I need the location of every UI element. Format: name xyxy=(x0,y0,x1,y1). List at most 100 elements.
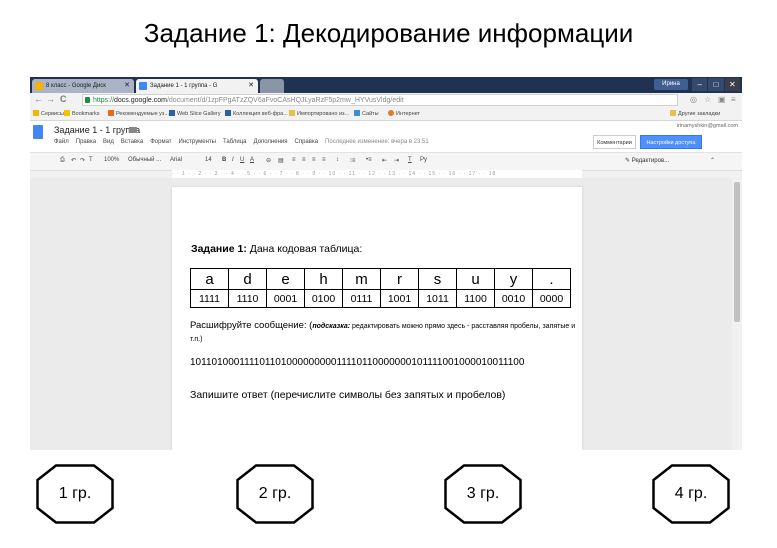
paint-format-icon[interactable]: T xyxy=(89,157,93,163)
menu-table[interactable]: Таблица xyxy=(223,139,247,145)
letter-cell[interactable]: e xyxy=(266,268,305,290)
bookmark-item[interactable]: Рекомендуемые уз... xyxy=(108,108,169,120)
close-tab-icon[interactable]: ✕ xyxy=(124,79,130,93)
folder-icon[interactable] xyxy=(129,127,137,133)
code-cell[interactable]: 1011 xyxy=(418,289,457,308)
user-profile-button[interactable]: Ирина xyxy=(654,79,688,90)
zoom-select[interactable]: 100% xyxy=(104,157,119,163)
align-center-icon[interactable]: ≡ xyxy=(302,157,306,163)
other-bookmarks[interactable]: Другие закладки xyxy=(670,108,720,120)
link-icon[interactable]: ⊖ xyxy=(266,157,271,164)
code-cell[interactable]: 1001 xyxy=(380,289,419,308)
minimize-icon[interactable]: – xyxy=(692,78,708,91)
bold-icon[interactable]: B xyxy=(222,157,226,163)
google-docs-logo-icon[interactable] xyxy=(33,125,43,139)
align-left-icon[interactable]: ≡ xyxy=(292,157,296,163)
numbered-list-icon[interactable]: ⁝≡ xyxy=(350,157,355,164)
bookmark-item[interactable]: Импортировано из... xyxy=(289,108,349,120)
menu-edit[interactable]: Правка xyxy=(76,139,96,145)
bookmark-item[interactable]: Сайты xyxy=(354,108,379,120)
url-bar[interactable]: https://docs.google.com/document/d/1zpFP… xyxy=(82,94,678,106)
code-cell[interactable]: 0010 xyxy=(494,289,533,308)
code-cell[interactable]: 0000 xyxy=(532,289,571,308)
account-email[interactable]: irinamyshkin@gmail.com xyxy=(677,123,738,129)
menu-insert[interactable]: Вставка xyxy=(121,139,143,145)
letter-cell[interactable]: h xyxy=(304,268,343,290)
maximize-icon[interactable]: □ xyxy=(708,78,724,91)
bookmark-item[interactable]: Сервисы xyxy=(33,108,64,120)
letter-cell[interactable]: s xyxy=(418,268,457,290)
font-size-select[interactable]: 14 xyxy=(205,157,212,163)
menu-help[interactable]: Справка xyxy=(295,139,319,145)
bookmark-star-icon[interactable]: ☆ xyxy=(704,95,711,104)
letter-cell[interactable]: a xyxy=(190,268,229,290)
comments-button[interactable]: Комментарии xyxy=(593,135,636,149)
text-color-icon[interactable]: A xyxy=(250,157,254,163)
reload-icon[interactable]: C xyxy=(60,94,67,104)
share-button[interactable]: Настройки доступа xyxy=(640,135,702,149)
bookmark-item[interactable]: Bookmarks xyxy=(64,108,100,120)
tab-google-drive[interactable]: 8 класс - Google Диск ✕ xyxy=(32,79,134,93)
letter-cell[interactable]: m xyxy=(342,268,381,290)
new-tab-button[interactable] xyxy=(260,79,284,93)
scrollbar-thumb[interactable] xyxy=(734,182,740,322)
justify-icon[interactable]: ≡ xyxy=(322,157,326,163)
bookmark-item[interactable]: Коллекция веб-фра... xyxy=(225,108,288,120)
letter-cell[interactable]: u xyxy=(456,268,495,290)
print-icon[interactable]: ⎙ xyxy=(60,157,65,164)
menu-view[interactable]: Вид xyxy=(103,139,114,145)
style-select[interactable]: Обычный ... xyxy=(128,157,161,163)
close-tab-icon[interactable]: ✕ xyxy=(248,79,254,93)
undo-icon[interactable]: ↶ xyxy=(71,157,76,164)
tab-google-docs[interactable]: Задание 1 - 1 группа - G ✕ xyxy=(136,79,258,93)
close-window-icon[interactable]: ✕ xyxy=(724,78,740,91)
document-title[interactable]: Задание 1 - 1 группа xyxy=(54,125,140,135)
code-cell[interactable]: 0100 xyxy=(304,289,343,308)
forward-icon[interactable]: → xyxy=(46,94,55,104)
url-host: docs.google.com xyxy=(114,97,167,104)
encoded-message[interactable]: 1011010001111011010000000001111011000000… xyxy=(190,357,524,368)
letter-cell[interactable]: d xyxy=(228,268,267,290)
clear-formatting-icon[interactable]: T xyxy=(408,157,412,163)
comment-icon[interactable]: ▤ xyxy=(278,157,284,164)
vertical-scrollbar[interactable] xyxy=(732,178,742,450)
star-icon[interactable]: ☆ xyxy=(118,125,126,136)
extension-icon-2[interactable]: ▣ xyxy=(718,95,726,104)
code-cell[interactable]: 0001 xyxy=(266,289,305,308)
decode-instruction[interactable]: Расшифруйте сообщение: (подсказка: редак… xyxy=(190,320,578,346)
extension-icon[interactable]: ◎ xyxy=(690,95,697,104)
last-edit-status[interactable]: Последнее изменение: вчера в 23:51 xyxy=(325,139,429,145)
increase-indent-icon[interactable]: ⇥ xyxy=(394,157,399,164)
bookmark-item[interactable]: Web Slice Gallery xyxy=(169,108,221,120)
letter-cell[interactable]: y xyxy=(494,268,533,290)
letter-cell[interactable]: . xyxy=(532,268,571,290)
menu-file[interactable]: Файл xyxy=(54,139,69,145)
document-page[interactable]: Задание 1: Дана кодовая таблица: adehmrs… xyxy=(172,187,582,450)
redo-icon[interactable]: ↷ xyxy=(80,157,85,164)
code-cell[interactable]: 1100 xyxy=(456,289,495,308)
line-spacing-icon[interactable]: ↕ xyxy=(336,157,339,163)
docs-header: Задание 1 - 1 группа ☆ Файл Правка Вид Вста… xyxy=(30,121,742,152)
task-heading[interactable]: Задание 1: Дана кодовая таблица: xyxy=(191,243,362,255)
editing-mode-select[interactable]: ✎ Редактиров... xyxy=(625,157,669,164)
menu-format[interactable]: Формат xyxy=(150,139,171,145)
underline-icon[interactable]: U xyxy=(240,157,244,163)
bookmark-item[interactable]: Интернет xyxy=(388,108,420,120)
bulleted-list-icon[interactable]: •≡ xyxy=(366,157,372,163)
code-cell[interactable]: 1110 xyxy=(228,289,267,308)
answer-prompt[interactable]: Запишите ответ (перечислите символы без … xyxy=(190,389,505,401)
chrome-menu-icon[interactable]: ≡ xyxy=(731,95,736,104)
font-select[interactable]: Arial xyxy=(170,157,182,163)
italic-icon[interactable]: I xyxy=(232,157,234,163)
align-right-icon[interactable]: ≡ xyxy=(312,157,316,163)
back-icon[interactable]: ← xyxy=(34,94,43,104)
collapse-icon[interactable]: ⌃ xyxy=(710,157,715,164)
code-cell[interactable]: 1111 xyxy=(190,289,229,308)
input-tools-icon[interactable]: Ру xyxy=(420,157,427,163)
code-cell[interactable]: 0111 xyxy=(342,289,381,308)
decrease-indent-icon[interactable]: ⇤ xyxy=(382,157,387,164)
letter-cell[interactable]: r xyxy=(380,268,419,290)
menu-addons[interactable]: Дополнения xyxy=(254,139,288,145)
menu-tools[interactable]: Инструменты xyxy=(179,139,216,145)
code-table[interactable]: adehmrsuy. 1111 1110 0001 0100 0111 1001 1011 1… xyxy=(190,268,571,308)
